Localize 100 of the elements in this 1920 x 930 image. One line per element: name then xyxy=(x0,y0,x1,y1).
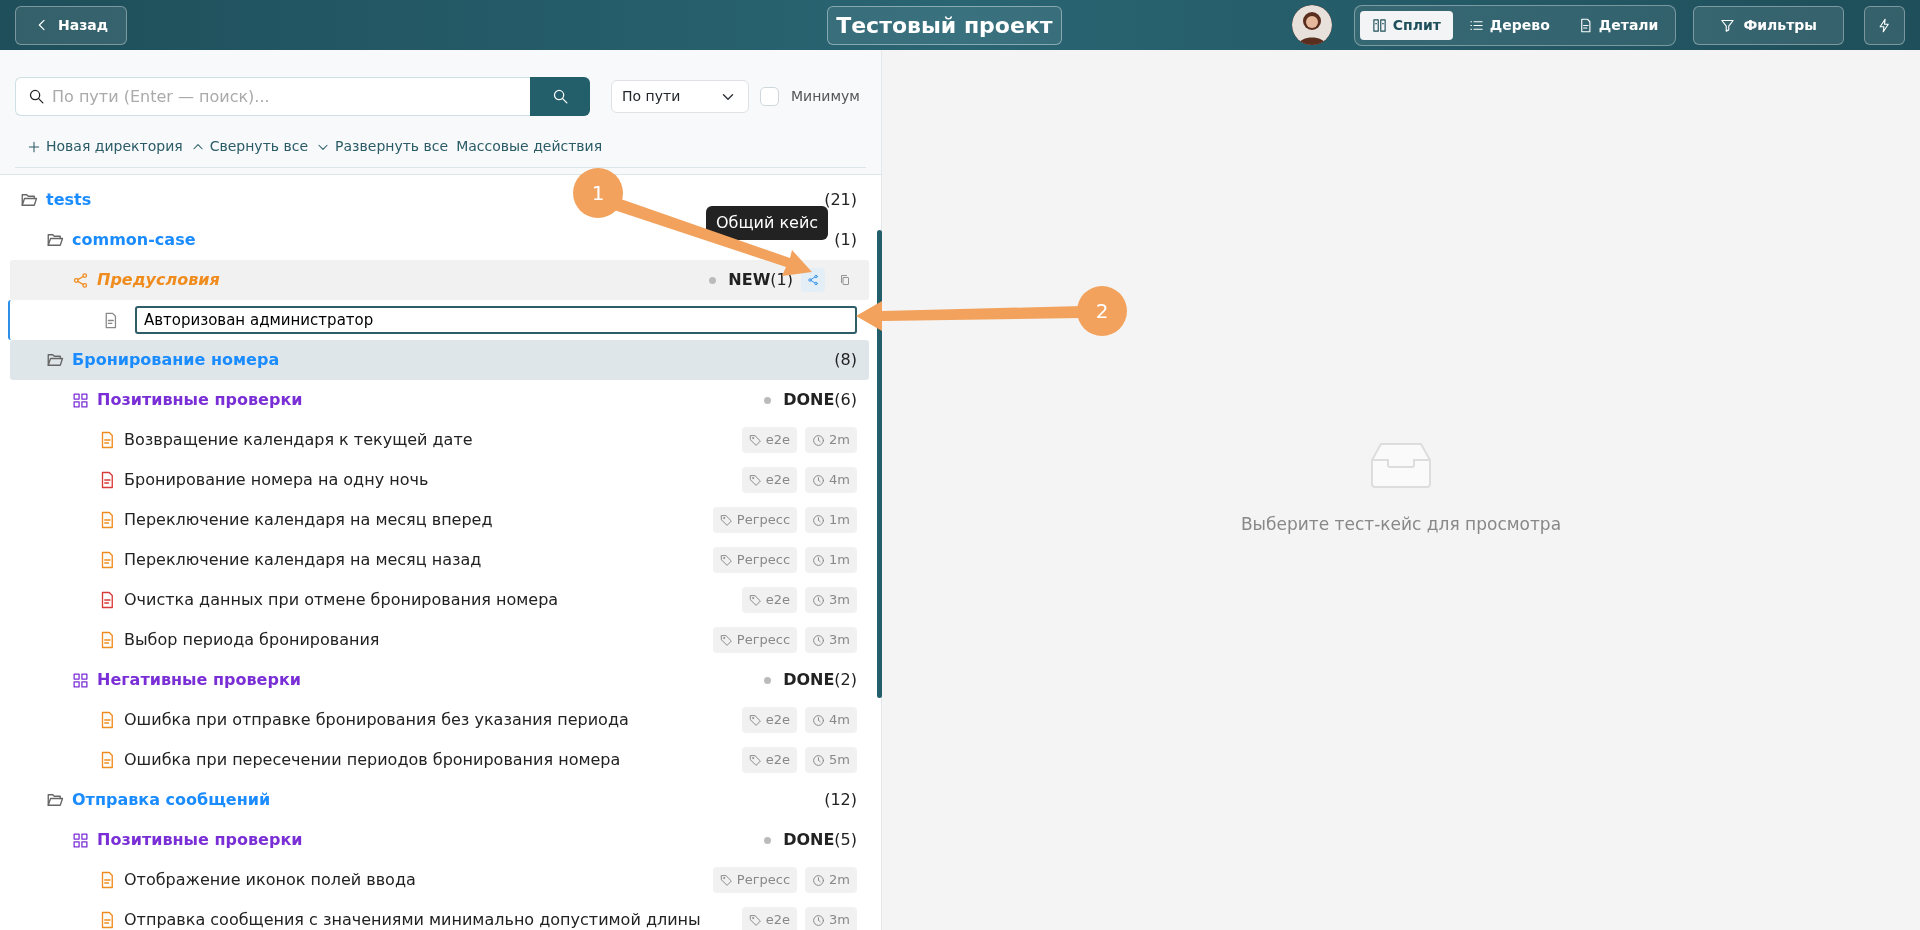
search-mode-select[interactable]: По пути xyxy=(611,80,749,113)
test-case-name: Отображение иконок полей ввода xyxy=(124,869,416,891)
duration-chip: 4m xyxy=(805,467,857,493)
grid-icon xyxy=(72,831,89,849)
filters-button[interactable]: Фильтры xyxy=(1693,5,1844,45)
clock-icon xyxy=(812,753,826,767)
copy-icon xyxy=(839,273,851,287)
filter-icon xyxy=(1720,17,1736,33)
status-label: DONE xyxy=(783,669,835,691)
item-count: (8) xyxy=(834,349,857,371)
action-link[interactable]: Развернуть все xyxy=(316,136,449,157)
clock-icon xyxy=(812,873,826,887)
clock-icon xyxy=(812,513,826,527)
test-case-name: Переключение календаря на месяц вперед xyxy=(124,509,493,531)
test-case-name: Переключение календаря на месяц назад xyxy=(124,549,482,571)
lightning-button[interactable] xyxy=(1864,5,1905,45)
clock-icon xyxy=(812,633,826,647)
test-case-name: Отправка сообщения с значениями минимально допустимой длины xyxy=(124,909,701,930)
folder-name: tests xyxy=(46,189,92,211)
search-button[interactable] xyxy=(530,77,590,116)
tag-icon xyxy=(719,553,733,567)
item-count: (2) xyxy=(834,669,857,691)
tag-icon xyxy=(748,473,762,487)
share-button[interactable] xyxy=(801,268,825,292)
clock-icon xyxy=(812,553,826,567)
test-case-name: Очистка данных при отмене бронирования номера xyxy=(124,589,559,611)
duration-chip: 1m xyxy=(805,507,857,533)
folder-name: common-case xyxy=(72,229,196,251)
view-tab[interactable]: Сплит xyxy=(1359,10,1453,40)
item-count: (12) xyxy=(824,789,857,811)
status-label: DONE xyxy=(783,389,835,411)
inbox-icon xyxy=(1371,442,1431,489)
test-case-name: Ошибка при пересечении периодов бронирования номера xyxy=(124,749,621,771)
search-icon xyxy=(28,88,45,105)
plus-icon xyxy=(27,139,41,154)
suite-name: Позитивные проверки xyxy=(97,389,303,411)
clock-icon xyxy=(812,593,826,607)
status-dot xyxy=(764,676,772,684)
step-number-marker: 1 xyxy=(573,168,623,218)
precondition-row[interactable]: Предусловия NEW(1) xyxy=(10,260,869,300)
duration-chip: 3m xyxy=(805,587,857,613)
minimum-checkbox[interactable] xyxy=(760,87,779,106)
duration-chip: 3m xyxy=(805,627,857,653)
action-link[interactable]: Массовые действия xyxy=(456,136,603,157)
status-dot xyxy=(764,396,772,404)
view-tab[interactable]: Дерево xyxy=(1456,10,1562,40)
clock-icon xyxy=(812,913,826,927)
duration-chip: 2m xyxy=(805,427,857,453)
folder-name: Бронирование номера xyxy=(72,349,280,371)
view-tab[interactable]: Детали xyxy=(1565,10,1671,40)
tag-icon xyxy=(748,753,762,767)
back-button[interactable]: Назад xyxy=(15,5,128,45)
status-dot xyxy=(764,836,772,844)
duration-chip: 5m xyxy=(805,747,857,773)
test-case-name: Выбор периода бронирования xyxy=(124,629,380,651)
item-count: (1) xyxy=(834,229,857,251)
grid-icon xyxy=(72,391,89,409)
checkbox-label: Минимум xyxy=(791,87,860,106)
duration-chip: 4m xyxy=(805,707,857,733)
item-count: (6) xyxy=(834,389,857,411)
share-icon xyxy=(807,273,819,287)
tag-icon xyxy=(748,913,762,927)
tag-icon xyxy=(719,513,733,527)
action-link[interactable]: Свернуть все xyxy=(190,136,309,157)
clock-icon xyxy=(812,433,826,447)
folder-name: Отправка сообщений xyxy=(72,789,271,811)
tag-icon xyxy=(719,873,733,887)
status-label: NEW xyxy=(728,269,771,291)
duration-chip: 1m xyxy=(805,547,857,573)
status-dot xyxy=(709,276,717,284)
suite-name: Позитивные проверки xyxy=(97,829,303,851)
test-case-name: Бронирование номера на одну ночь xyxy=(124,469,429,491)
tag-icon xyxy=(748,713,762,727)
selected-row-highlight[interactable]: Бронирование номера (8) xyxy=(10,340,869,380)
action-link[interactable]: Новая директория xyxy=(27,136,183,157)
step-text-field[interactable]: Авторизован администратор xyxy=(134,306,857,334)
item-count: (1) xyxy=(770,269,793,291)
user-avatar[interactable] xyxy=(1291,5,1332,45)
duration-chip: 3m xyxy=(805,907,857,930)
empty-state-message: Выберите тест-кейс для просмотра xyxy=(1240,513,1562,537)
split-view-icon xyxy=(1371,17,1387,33)
tag-icon xyxy=(719,633,733,647)
share-icon xyxy=(72,271,89,289)
suite-name: Негативные проверки xyxy=(97,669,301,691)
search-field[interactable]: По пути (Enter — поиск)... xyxy=(15,77,530,116)
scrollbar-thumb[interactable] xyxy=(877,230,882,698)
item-count: (5) xyxy=(834,829,857,851)
tag-icon xyxy=(748,433,762,447)
test-case-name: Возвращение календаря к текущей дате xyxy=(124,429,473,451)
lightning-icon xyxy=(1877,17,1892,33)
status-label: DONE xyxy=(783,829,835,851)
search-icon xyxy=(551,88,569,105)
duration-chip: 2m xyxy=(805,867,857,893)
grid-icon xyxy=(72,671,89,689)
project-title: Тестовый проект xyxy=(827,5,1062,45)
precondition-name: Предусловия xyxy=(97,269,220,291)
clock-icon xyxy=(812,473,826,487)
tag-icon xyxy=(748,593,762,607)
clock-icon xyxy=(812,713,826,727)
test-case-name: Ошибка при отправке бронирования без указания периода xyxy=(124,709,629,731)
